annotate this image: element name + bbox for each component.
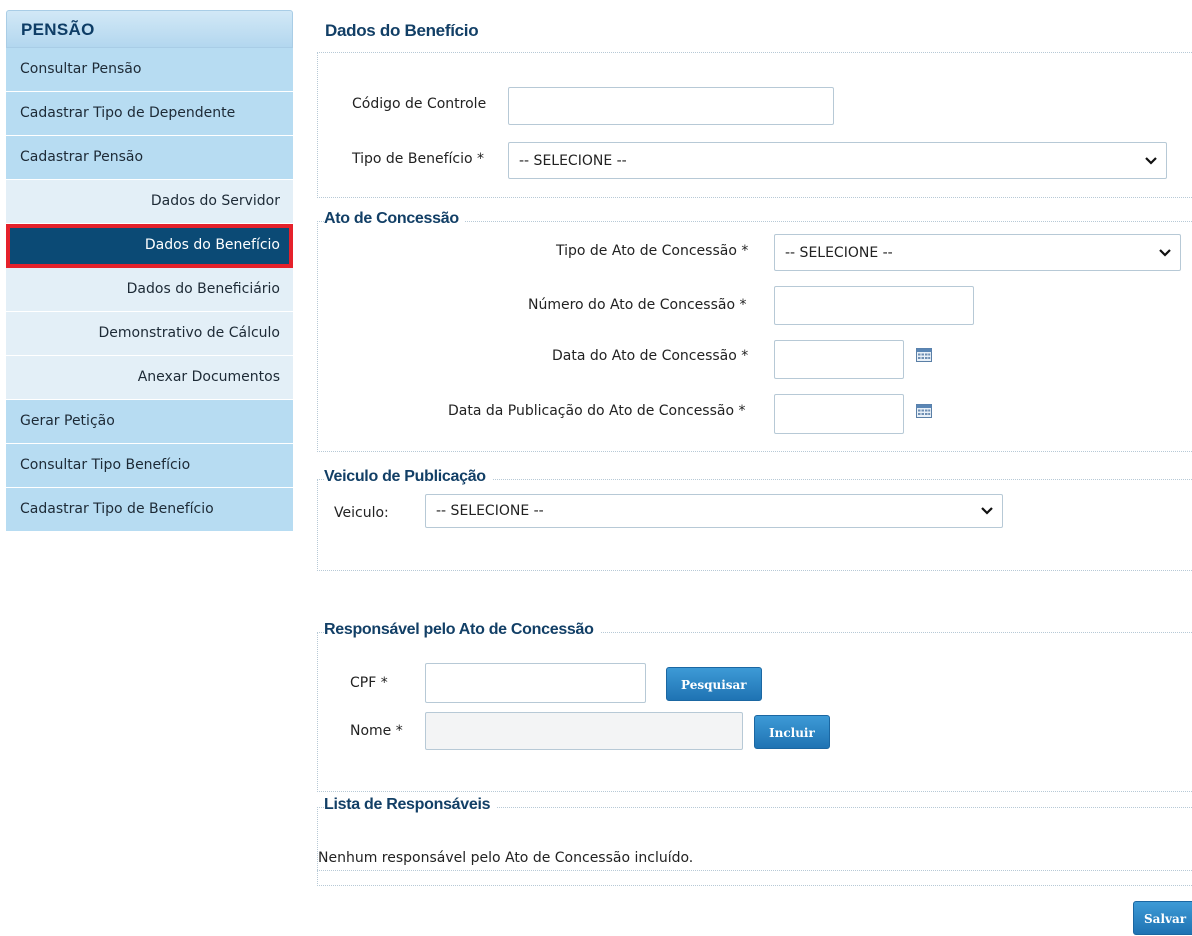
beneficio-fieldset: Código de Controle Tipo de Benefício * -… (317, 52, 1192, 198)
cpf-input[interactable] (425, 663, 646, 703)
codigo-controle-input[interactable] (508, 87, 834, 125)
veiculo-legend: Veiculo de Publicação (324, 468, 492, 486)
tipo-ato-label: Tipo de Ato de Concessão * (556, 243, 749, 259)
salvar-button[interactable]: Salvar (1133, 901, 1192, 935)
lista-responsaveis-fieldset: Lista de Responsáveis Nenhum responsável… (317, 796, 1192, 886)
numero-ato-input[interactable] (774, 286, 974, 325)
chevron-down-icon (1145, 156, 1157, 165)
sidebar-item-dados-servidor[interactable]: Dados do Servidor (6, 180, 293, 224)
tipo-beneficio-value: -- SELECIONE -- (519, 152, 627, 169)
page-title: Dados do Benefício (325, 21, 479, 41)
sidebar-item-demonstrativo-calculo[interactable]: Demonstrativo de Cálculo (6, 312, 293, 356)
divider (317, 870, 1192, 871)
calendar-icon[interactable] (916, 403, 932, 419)
tipo-ato-value: -- SELECIONE -- (785, 244, 893, 261)
veiculo-fieldset: Veiculo de Publicação Veiculo: -- SELECI… (317, 468, 1192, 571)
responsavel-legend: Responsável pelo Ato de Concessão (324, 621, 600, 639)
sidebar-item-dados-beneficiario[interactable]: Dados do Beneficiário (6, 268, 293, 312)
incluir-button[interactable]: Incluir (754, 715, 830, 749)
sidebar-item-dados-beneficio[interactable]: Dados do Benefício (6, 224, 293, 268)
veiculo-select[interactable]: -- SELECIONE -- (425, 494, 1003, 528)
data-publicacao-input[interactable] (774, 394, 904, 434)
chevron-down-icon (981, 507, 993, 515)
main-content: Dados do Benefício Código de Controle Ti… (317, 0, 1192, 935)
sidebar-item-consultar-pensao[interactable]: Consultar Pensão (6, 48, 293, 92)
ato-concessao-legend: Ato de Concessão (324, 210, 465, 228)
lista-vazia-text: Nenhum responsável pelo Ato de Concessão… (318, 850, 694, 866)
data-ato-label: Data do Ato de Concessão * (552, 348, 749, 364)
sidebar-item-anexar-documentos[interactable]: Anexar Documentos (6, 356, 293, 400)
sidebar-item-gerar-peticao[interactable]: Gerar Petição (6, 400, 293, 444)
pesquisar-button[interactable]: Pesquisar (666, 667, 762, 701)
ato-concessao-fieldset: Ato de Concessão Tipo de Ato de Concessã… (317, 210, 1192, 452)
tipo-beneficio-select[interactable]: -- SELECIONE -- (508, 142, 1167, 179)
calendar-icon[interactable] (916, 347, 932, 363)
sidebar-item-cadastrar-pensao[interactable]: Cadastrar Pensão (6, 136, 293, 180)
tipo-beneficio-label: Tipo de Benefício * (352, 151, 484, 167)
nome-label: Nome * (350, 723, 403, 739)
data-ato-input[interactable] (774, 340, 904, 379)
sidebar-menu: PENSÃO Consultar Pensão Cadastrar Tipo d… (6, 10, 293, 532)
cpf-label: CPF * (350, 675, 388, 691)
veiculo-value: -- SELECIONE -- (436, 503, 544, 519)
chevron-down-icon (1159, 248, 1171, 257)
sidebar-item-consultar-tipo-beneficio[interactable]: Consultar Tipo Benefício (6, 444, 293, 488)
sidebar-item-cadastrar-tipo-beneficio[interactable]: Cadastrar Tipo de Benefício (6, 488, 293, 532)
tipo-ato-select[interactable]: -- SELECIONE -- (774, 234, 1181, 271)
responsavel-fieldset: Responsável pelo Ato de Concessão CPF * … (317, 621, 1192, 792)
data-publicacao-label: Data da Publicação do Ato de Concessão * (448, 403, 746, 419)
sidebar-header: PENSÃO (6, 10, 293, 48)
codigo-controle-label: Código de Controle (352, 96, 487, 112)
numero-ato-label: Número do Ato de Concessão * (528, 297, 747, 313)
sidebar-item-cadastrar-tipo-dependente[interactable]: Cadastrar Tipo de Dependente (6, 92, 293, 136)
lista-responsaveis-legend: Lista de Responsáveis (324, 796, 497, 814)
nome-input[interactable] (425, 712, 743, 750)
veiculo-label: Veiculo: (334, 505, 389, 521)
